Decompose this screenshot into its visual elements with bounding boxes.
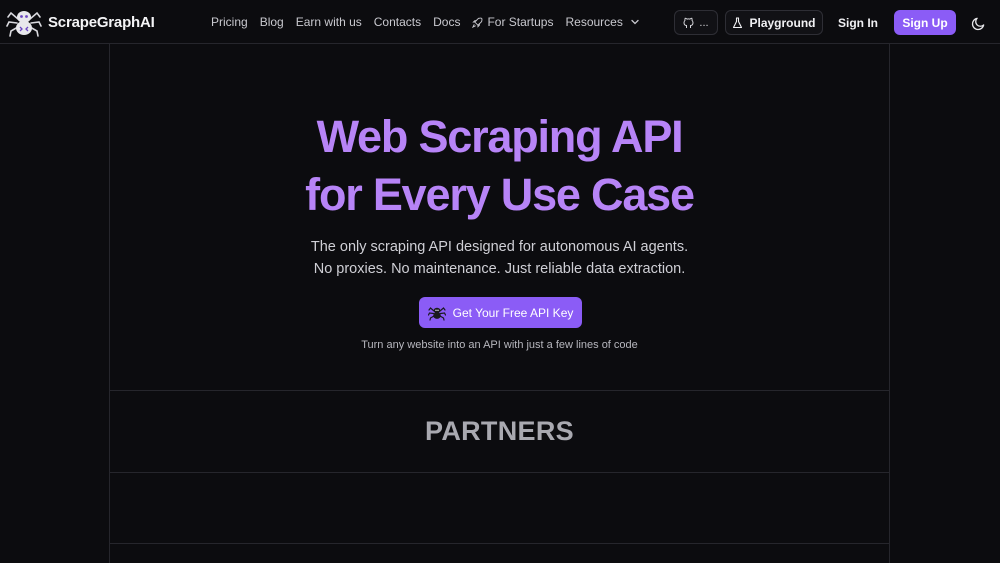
hero-subtitle-line-2: No proxies. No maintenance. Just reliabl… xyxy=(313,261,686,277)
nav-link-label: Blog xyxy=(259,15,284,29)
brand-name: ScrapeGraphAI xyxy=(48,13,155,31)
nav-link-contacts[interactable]: Contacts xyxy=(374,15,421,29)
brand-logo-link[interactable]: ScrapeGraphAI xyxy=(6,5,155,39)
top-navbar: ScrapeGraphAI Pricing Blog Earn with us … xyxy=(0,0,1000,44)
nav-link-label: Earn with us xyxy=(295,15,362,29)
get-api-key-label: Get Your Free API Key xyxy=(452,305,574,320)
hero-title-line-1: Web Scraping API xyxy=(316,111,684,162)
hero-subtitle: The only scraping API designed for auton… xyxy=(110,236,889,280)
playground-button[interactable]: Playground xyxy=(725,10,823,35)
nav-dropdown-resources[interactable]: Resources xyxy=(565,15,639,29)
nav-link-pricing[interactable]: Pricing xyxy=(211,15,248,29)
rocket-icon xyxy=(472,17,483,28)
partners-section: PARTNERS xyxy=(110,391,889,473)
chevron-down-icon xyxy=(631,19,639,25)
nav-link-label: Contacts xyxy=(373,15,422,29)
hero-note: Turn any website into an API with just a… xyxy=(361,339,638,351)
nav-link-label: Docs xyxy=(433,15,461,29)
hero-title: Web Scraping API for Every Use Case xyxy=(110,108,889,224)
playground-label: Playground xyxy=(749,15,816,30)
sign-in-button[interactable]: Sign In xyxy=(836,10,880,35)
spider-icon xyxy=(427,306,446,321)
github-stars-button[interactable]: ... xyxy=(674,10,718,35)
get-api-key-button[interactable]: Get Your Free API Key xyxy=(419,297,582,328)
moon-icon xyxy=(971,17,984,30)
github-icon xyxy=(683,17,694,28)
hero-subtitle-line-1: The only scraping API designed for auton… xyxy=(310,239,689,255)
nav-link-blog[interactable]: Blog xyxy=(260,15,284,29)
nav-link-docs[interactable]: Docs xyxy=(433,15,460,29)
sign-up-button[interactable]: Sign Up xyxy=(894,10,956,35)
nav-link-earn-with-us[interactable]: Earn with us xyxy=(296,15,362,29)
github-stars-count: ... xyxy=(699,16,709,29)
nav-link-label: Resources xyxy=(565,15,623,29)
theme-toggle-button[interactable] xyxy=(966,11,990,35)
partners-title: PARTNERS xyxy=(425,416,574,446)
spider-logo-icon xyxy=(6,11,42,37)
flask-icon xyxy=(733,16,743,28)
nav-link-label: For Startups xyxy=(487,15,554,29)
hero-title-line-2: for Every Use Case xyxy=(305,169,695,220)
hero-section: Web Scraping API for Every Use Case The … xyxy=(110,44,889,391)
sign-up-label: Sign Up xyxy=(902,15,948,30)
nav-link-label: Pricing xyxy=(211,15,248,29)
partners-logo-row xyxy=(110,473,889,544)
nav-link-for-startups[interactable]: For Startups xyxy=(472,15,553,29)
content-frame: Web Scraping API for Every Use Case The … xyxy=(109,44,890,563)
main-nav: Pricing Blog Earn with us Contacts Docs … xyxy=(211,0,652,44)
sign-in-label: Sign In xyxy=(838,15,878,30)
